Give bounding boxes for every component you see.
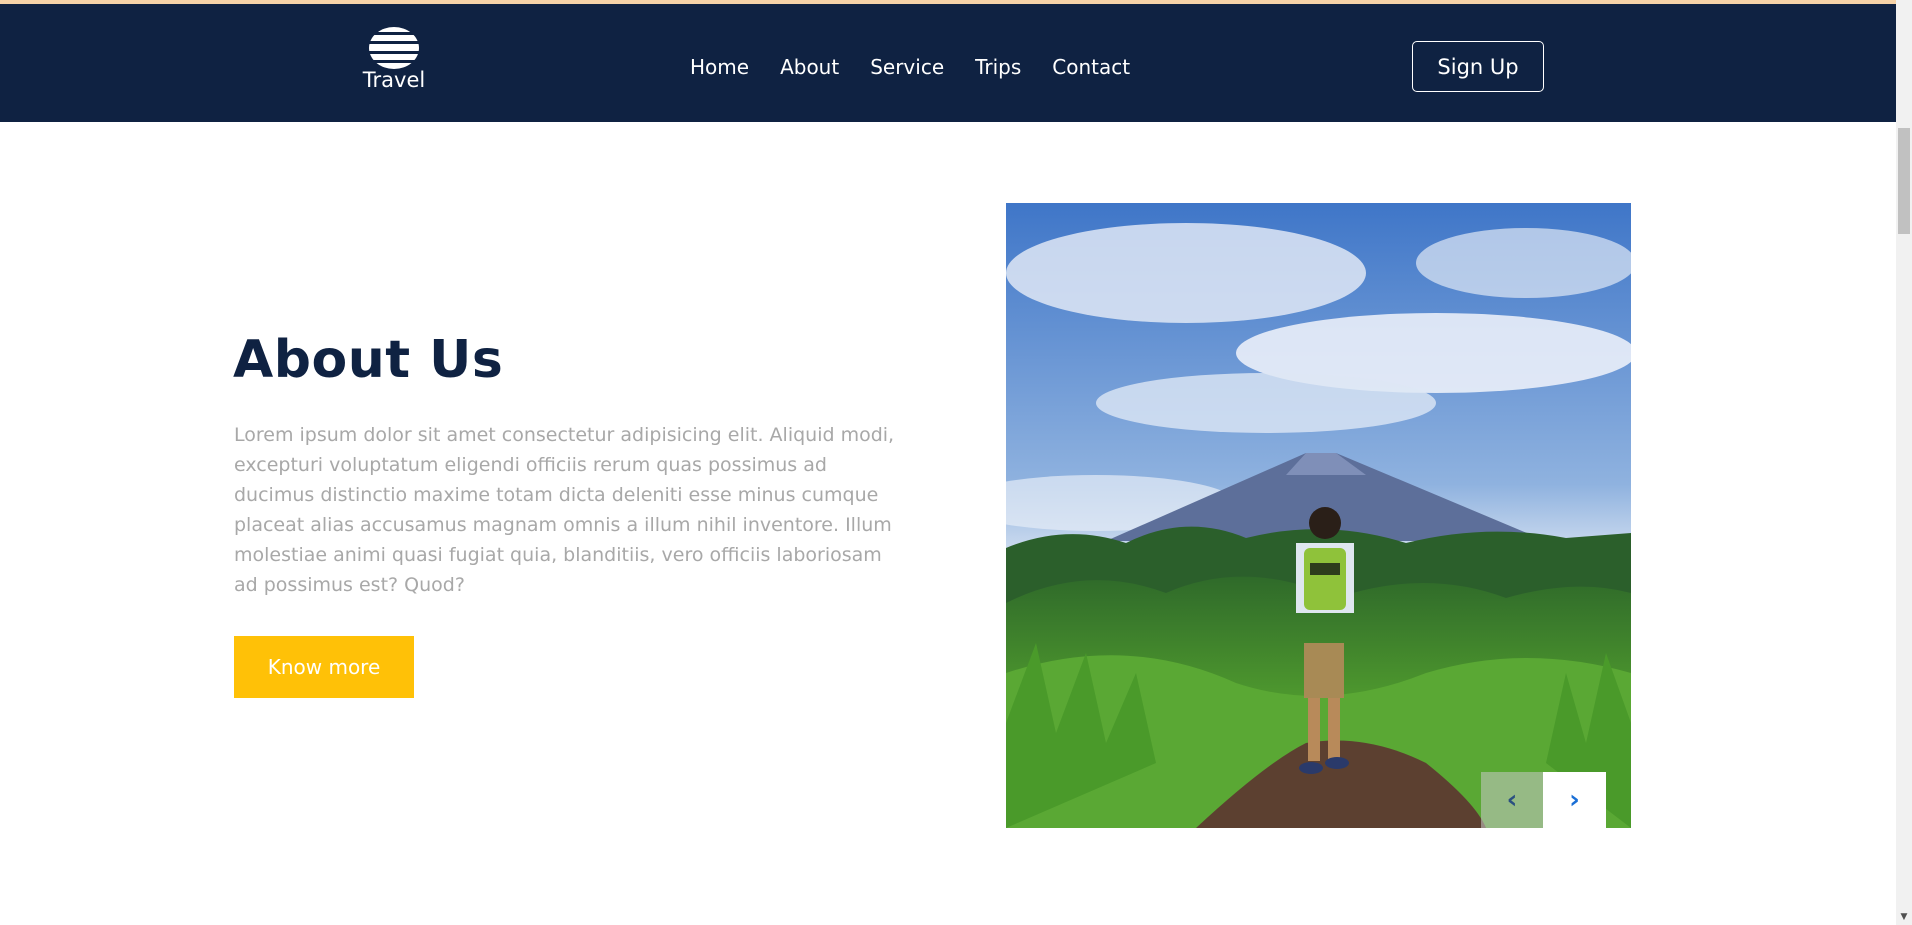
about-title: About Us — [233, 330, 504, 390]
navbar: Travel Home About Service Trips Contact … — [0, 4, 1896, 122]
nav-home[interactable]: Home — [690, 55, 749, 79]
nav-contact[interactable]: Contact — [1052, 55, 1130, 79]
signup-button[interactable]: Sign Up — [1412, 41, 1544, 92]
globe-icon — [369, 27, 419, 69]
about-description: Lorem ipsum dolor sit amet consectetur a… — [234, 424, 895, 596]
hero-image — [1006, 203, 1631, 828]
nav-service[interactable]: Service — [870, 55, 944, 79]
scrollbar-thumb[interactable] — [1898, 128, 1910, 234]
carousel-prev-button[interactable]: ‹ — [1481, 772, 1543, 828]
know-more-button[interactable]: Know more — [234, 636, 414, 698]
logo[interactable]: Travel — [362, 26, 426, 98]
main-nav: Home About Service Trips Contact — [690, 50, 1130, 84]
chevron-left-icon: ‹ — [1506, 785, 1518, 815]
nav-about[interactable]: About — [780, 55, 839, 79]
nav-trips[interactable]: Trips — [975, 55, 1021, 79]
logo-text: Travel — [362, 68, 426, 92]
scroll-down-arrow-icon[interactable]: ▼ — [1898, 911, 1910, 923]
chevron-right-icon: › — [1569, 785, 1580, 815]
carousel-next-button[interactable]: › — [1543, 772, 1606, 828]
